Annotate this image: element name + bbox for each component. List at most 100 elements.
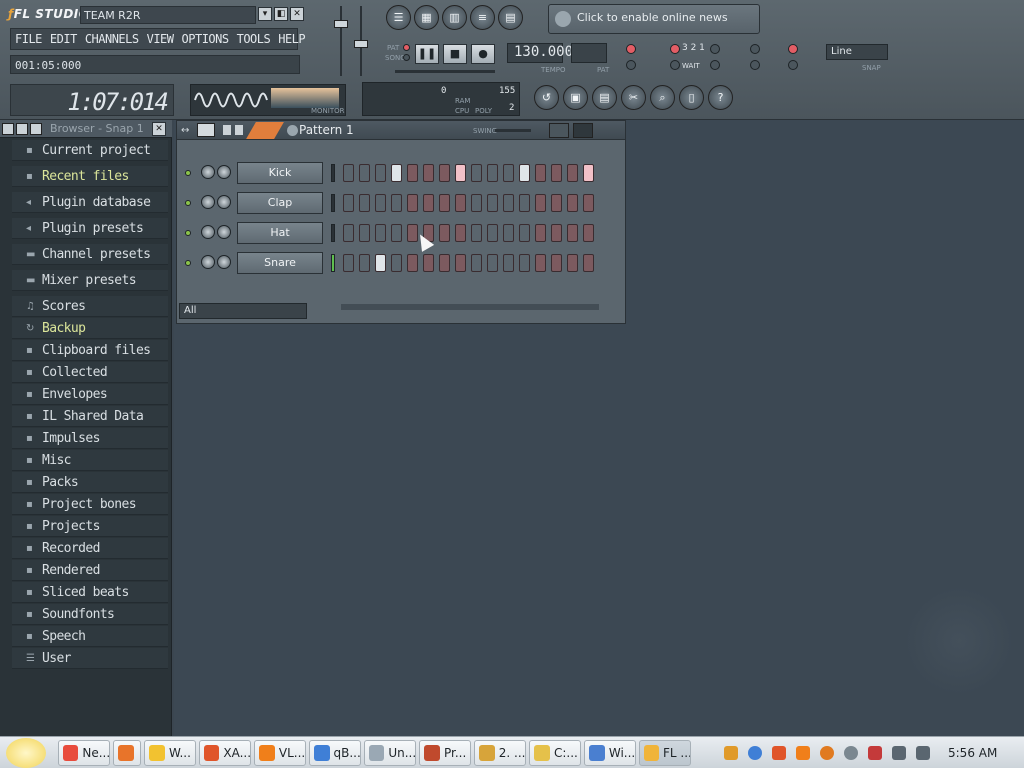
- step-button[interactable]: [375, 194, 386, 212]
- step-edit-led[interactable]: [626, 60, 636, 70]
- step-button[interactable]: [359, 164, 370, 182]
- step-button[interactable]: [471, 164, 482, 182]
- step-button[interactable]: [519, 164, 530, 182]
- channel-volume-knob[interactable]: [217, 225, 231, 239]
- stop-button[interactable]: ■: [443, 44, 467, 64]
- browser-item[interactable]: ◂ Plugin presets: [12, 218, 168, 239]
- browser-item[interactable]: ▪ Recorded: [12, 538, 168, 559]
- browser-close-button[interactable]: ✕: [152, 122, 166, 136]
- channel-mute-led[interactable]: [185, 230, 191, 236]
- step-button[interactable]: [535, 254, 546, 272]
- step-button[interactable]: [359, 254, 370, 272]
- playlist-icon[interactable]: ☰: [386, 5, 411, 30]
- taskbar-button[interactable]: [113, 740, 141, 766]
- browser-item[interactable]: ▪ Project bones: [12, 494, 168, 515]
- browser-item[interactable]: ▪ Soundfonts: [12, 604, 168, 625]
- keyboard-editor-icon[interactable]: [573, 123, 593, 138]
- channel-pan-knob[interactable]: [201, 165, 215, 179]
- channel-mute-led[interactable]: [185, 200, 191, 206]
- taskbar-button[interactable]: Ne...: [58, 740, 110, 766]
- step-button[interactable]: [375, 224, 386, 242]
- channel-volume-knob[interactable]: [217, 165, 231, 179]
- browser-item[interactable]: ◂ Plugin database: [12, 192, 168, 213]
- zoom-icon[interactable]: ⌕: [650, 85, 675, 110]
- step-button[interactable]: [343, 194, 354, 212]
- browser-item[interactable]: ▪ IL Shared Data: [12, 406, 168, 427]
- step-button[interactable]: [519, 224, 530, 242]
- tray-search-icon[interactable]: [820, 746, 834, 760]
- tray-xampp-icon[interactable]: [772, 746, 786, 760]
- move-icon[interactable]: ↔: [181, 125, 189, 136]
- blend-led[interactable]: [710, 60, 720, 70]
- step-menu-icon[interactable]: [235, 125, 243, 135]
- step-button[interactable]: [535, 224, 546, 242]
- step-button[interactable]: [487, 164, 498, 182]
- taskbar-button[interactable]: qB...: [309, 740, 361, 766]
- pat-mode-led[interactable]: [403, 44, 410, 51]
- minimize-button[interactable]: ▾: [258, 7, 272, 21]
- channel-button[interactable]: Kick: [237, 162, 323, 184]
- tray-vlc-icon[interactable]: [796, 746, 810, 760]
- pattern-name[interactable]: Pattern 1: [299, 123, 354, 137]
- step-button[interactable]: [551, 254, 562, 272]
- step-button[interactable]: [535, 164, 546, 182]
- oscilloscope-monitor[interactable]: MONITOR: [190, 84, 346, 116]
- step-button[interactable]: [375, 164, 386, 182]
- multilink-led[interactable]: [788, 44, 798, 54]
- browser-item[interactable]: ▪ Current project: [12, 140, 168, 161]
- step-button[interactable]: [455, 164, 466, 182]
- taskbar-button[interactable]: VL...: [254, 740, 306, 766]
- loop-record-led[interactable]: [750, 44, 760, 54]
- step-button[interactable]: [471, 194, 482, 212]
- browser-item[interactable]: ▪ Packs: [12, 472, 168, 493]
- fl-studio-logo[interactable]: ƒFL STUDIO: [8, 7, 89, 21]
- menu-options[interactable]: OPTIONS: [178, 29, 233, 49]
- channel-volume-knob[interactable]: [217, 195, 231, 209]
- step-button[interactable]: [439, 224, 450, 242]
- step-button[interactable]: [535, 194, 546, 212]
- online-news-box[interactable]: Click to enable online news: [548, 4, 760, 34]
- step-button[interactable]: [551, 194, 562, 212]
- taskbar-button[interactable]: Wi...: [584, 740, 636, 766]
- save-as-icon[interactable]: ▤: [592, 85, 617, 110]
- step-button[interactable]: [455, 194, 466, 212]
- snap-toggle-led[interactable]: [788, 60, 798, 70]
- channel-pan-knob[interactable]: [201, 195, 215, 209]
- browser-item[interactable]: ▪ Recent files: [12, 166, 168, 187]
- step-button[interactable]: [391, 224, 402, 242]
- channel-filter-select[interactable]: All: [179, 303, 307, 319]
- step-button[interactable]: [583, 164, 594, 182]
- swing-slider[interactable]: [495, 129, 531, 132]
- wait-led[interactable]: [670, 60, 680, 70]
- pattern-number-display[interactable]: [571, 43, 607, 63]
- tray-circle-icon[interactable]: [844, 746, 858, 760]
- snap-select[interactable]: Line: [826, 44, 888, 60]
- channel-pan-knob[interactable]: [201, 225, 215, 239]
- step-button[interactable]: [551, 224, 562, 242]
- step-button[interactable]: [487, 224, 498, 242]
- menu-edit[interactable]: EDIT: [46, 29, 81, 49]
- step-button[interactable]: [503, 194, 514, 212]
- project-name-field[interactable]: TEAM R2R: [80, 6, 256, 24]
- channel-button[interactable]: Snare: [237, 252, 323, 274]
- tray-flag-icon[interactable]: [868, 746, 882, 760]
- step-button[interactable]: [439, 164, 450, 182]
- step-button[interactable]: [519, 194, 530, 212]
- tempo-display[interactable]: 130.000: [507, 43, 573, 63]
- step-button[interactable]: [455, 224, 466, 242]
- step-button[interactable]: [567, 254, 578, 272]
- pattern-selector-icon[interactable]: [287, 125, 298, 136]
- browser-item[interactable]: ▪ Misc: [12, 450, 168, 471]
- menu-channels[interactable]: CHANNELS: [81, 29, 143, 49]
- undo-icon[interactable]: ↺: [534, 85, 559, 110]
- song-position-slider[interactable]: [395, 70, 495, 73]
- step-button[interactable]: [583, 254, 594, 272]
- step-button[interactable]: [375, 254, 386, 272]
- step-button[interactable]: [439, 194, 450, 212]
- browser-item[interactable]: ↻ Backup: [12, 318, 168, 339]
- start-button[interactable]: [6, 738, 46, 768]
- browser-menu-icon[interactable]: [2, 123, 14, 135]
- channel-select-indicator[interactable]: [331, 224, 335, 242]
- pause-button[interactable]: ❚❚: [415, 44, 439, 64]
- browser-icon[interactable]: ≡: [470, 5, 495, 30]
